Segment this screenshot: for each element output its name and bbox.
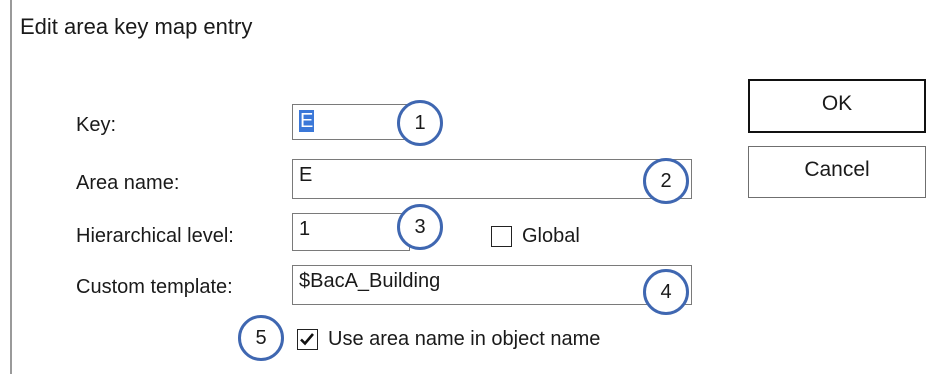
key-label: Key: [76,114,117,136]
custom-template-value: $BacA_Building [299,270,441,292]
callout-4: 4 [643,269,689,315]
checkmark-icon [300,333,314,346]
global-label: Global [522,225,580,247]
hierarchical-level-input[interactable]: 1 [292,213,410,251]
callout-3: 3 [397,204,443,250]
callout-5: 5 [238,315,284,361]
hierarchical-level-label: Hierarchical level: [76,225,234,247]
window-border [10,0,12,374]
global-checkbox[interactable] [491,226,512,247]
hierarchical-level-value: 1 [299,218,311,240]
callout-1: 1 [397,100,443,146]
use-area-name-label: Use area name in object name [328,328,601,350]
key-input[interactable]: E [292,104,410,140]
cancel-button[interactable]: Cancel [748,146,926,198]
custom-template-input[interactable]: $BacA_Building [292,265,692,305]
area-name-label: Area name: [76,172,180,194]
use-area-name-checkbox[interactable] [297,329,318,350]
area-name-input[interactable]: E [292,159,692,199]
ok-button[interactable]: OK [748,79,926,133]
dialog-title: Edit area key map entry [20,14,253,39]
key-input-value: E [299,110,315,132]
custom-template-label: Custom template: [76,276,233,298]
callout-2: 2 [643,158,689,204]
area-name-value: E [299,164,313,186]
